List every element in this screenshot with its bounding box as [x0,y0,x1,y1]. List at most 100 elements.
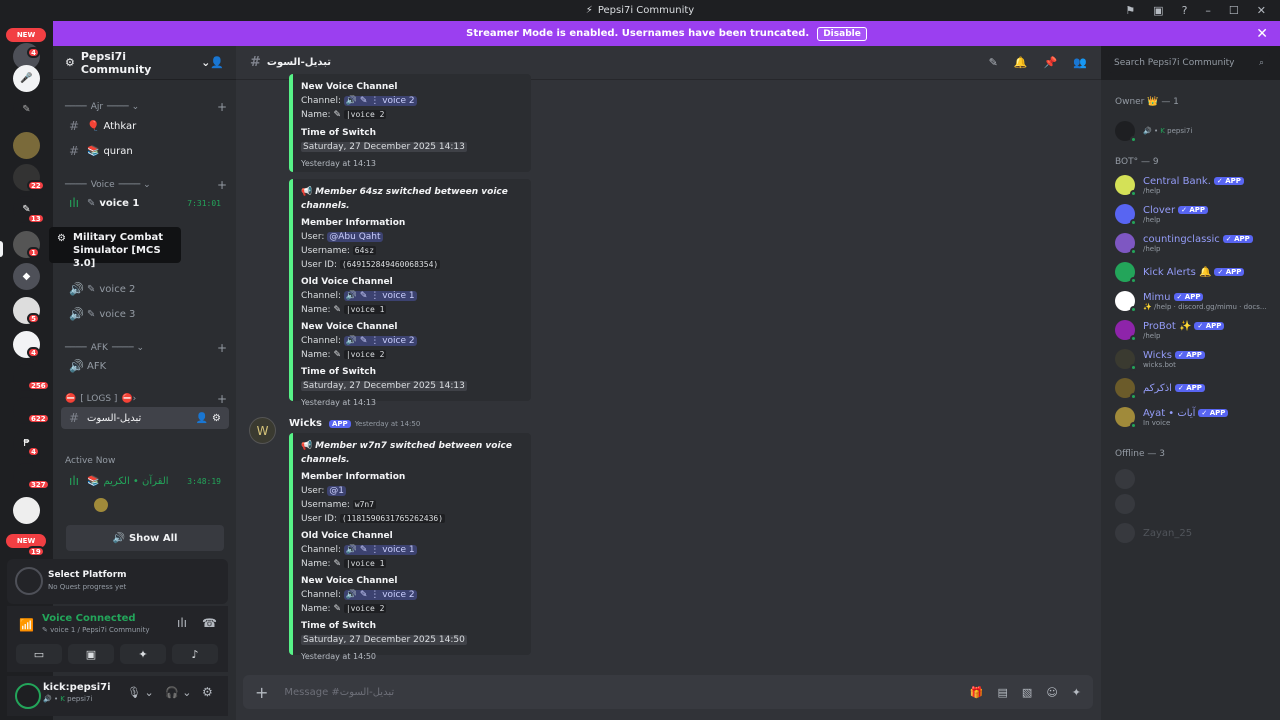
category-ajr[interactable]: ──── Ajr ──── ⌄ + [65,100,227,114]
microphone-icon[interactable]: 🎙 ⌄ [127,686,154,699]
member-bot[interactable]: Ayat • آيات ✓ APP In voice [1115,405,1275,429]
screen-share-button[interactable]: ▣ [68,644,114,664]
gif-icon[interactable]: ▤ [998,686,1008,699]
category-afk[interactable]: ──── AFK ──── ⌄ + [65,341,227,355]
channel-voice-2[interactable]: 🔊 ✎ voice 2 [61,278,229,300]
channel-mention[interactable]: 🔊 ✎ ⋮ voice 2 [343,590,417,600]
threads-icon[interactable]: ✎ [989,56,998,69]
member-bot[interactable]: Wicks ✓ APP wicks.bot [1115,347,1275,371]
voice-active-icon: ılı [69,196,80,210]
voice-status-subtitle[interactable]: ✎ voice 1 / Pepsi7i Community [42,626,150,634]
noise-suppression-icon[interactable]: ılı [177,616,187,630]
embed-timestamp: Saturday, 27 December 2025 14:13 [301,142,467,152]
screen-icon[interactable]: ▣ [1153,4,1163,17]
channel-label: quran [103,145,133,157]
gear-icon[interactable]: ⚙ [212,413,221,424]
channel-label: القرآن • الكريم [103,475,169,487]
user-mention[interactable]: @Abu Qaht [327,232,383,242]
add-channel-icon[interactable]: + [217,341,227,355]
channel-mention[interactable]: 🔊 ✎ ⋮ voice 2 [343,336,417,346]
channel-athkar[interactable]: # 🎈 Athkar [61,115,229,137]
gift-icon[interactable]: 🎁 [970,686,984,699]
quest-panel[interactable]: Select Platform No Quest progress yet [7,559,228,604]
member-bot[interactable]: Mimu ✓ APP ✨ /help · discord.gg/mimu · doc… [1115,289,1275,313]
add-member-icon[interactable]: 👤 [196,413,208,424]
active-channel[interactable]: ılı 📚 القرآن • الكريم 3:48:19 [61,470,229,492]
member-subtitle: /help [1143,215,1161,224]
server-header[interactable]: ⚙ Pepsi7i Community ⌄ 👤 [53,46,236,80]
message-input[interactable]: + Message #تبديل-السوت 🎁 ▤ ▧ ☺ ✦ [243,675,1093,709]
category-logs[interactable]: ⛔[ LOGS ] ⛔ › + [65,392,227,406]
member-avatar [1115,523,1135,543]
message-author[interactable]: Wicks [289,418,322,429]
soundboard-button[interactable]: ♪ [172,644,218,664]
disable-streamer-button[interactable]: Disable [817,26,867,41]
channel-mention[interactable]: 🔊 ✎ ⋮ voice 1 [343,545,417,555]
channel-logs-switch[interactable]: # تبديل-السوت 👤 ⚙ [61,407,229,429]
search-input[interactable]: Search Pepsi7i Community ⌕ [1108,53,1270,73]
channel-afk[interactable]: 🔊 AFK [61,355,229,377]
sticker-icon[interactable]: ▧ [1022,686,1032,699]
bell-icon[interactable]: 🔔 [1014,56,1028,69]
channel-mention[interactable]: 🔊 ✎ ⋮ voice 1 [343,291,417,301]
server-badge: 1 [27,247,40,258]
close-window-button[interactable]: ✕ [1257,4,1266,17]
pin-icon[interactable]: 📌 [1044,56,1058,69]
category-voice[interactable]: ──── Voice ──── ⌄ + [65,178,227,192]
member-bot[interactable]: Clover ✓ APP/help [1115,202,1275,226]
member-bot[interactable]: اذكركم ✓ APP [1115,376,1275,400]
activities-button[interactable]: ✦ [120,644,166,664]
show-all-button[interactable]: 🔊 Show All [66,525,224,551]
server-icon[interactable]: 🎤 [13,65,40,92]
channel-quran[interactable]: # 📚 quran [61,140,229,162]
server-icon[interactable]: ◆ [13,263,40,290]
server-icon[interactable] [13,497,40,524]
member-list-icon[interactable]: 👥 [1073,56,1087,69]
member-bot[interactable]: countingclassic ✓ APP/help [1115,231,1275,255]
user-settings-icon[interactable]: ⚙ [202,685,213,699]
server-icon[interactable]: ✎ [13,96,40,123]
invite-icon[interactable]: 👤 [210,56,224,69]
user-avatar[interactable] [15,683,41,709]
member-bot[interactable]: Kick Alerts 🔔 ✓ APP [1115,260,1275,284]
disconnect-icon[interactable]: ☎ [202,616,217,630]
member-offline[interactable]: Zayan_25 [1115,521,1275,545]
add-channel-icon[interactable]: + [217,392,227,406]
channel-mention[interactable]: 🔊 ✎ ⋮ voice 2 [343,96,417,106]
camera-off-button[interactable]: ▭ [16,644,62,664]
member-bot[interactable]: Central Bank. ✓ APP/help [1115,173,1275,197]
add-channel-icon[interactable]: + [217,100,227,114]
member-offline[interactable] [1115,467,1275,491]
megaphone-icon: 📢 [301,187,313,197]
member-bot[interactable]: ProBot ✨ ✓ APP/help [1115,318,1275,342]
author-avatar[interactable]: W [249,417,276,444]
close-banner-icon[interactable]: ✕ [1256,26,1268,42]
add-channel-icon[interactable]: + [217,178,227,192]
member-offline[interactable] [1115,492,1275,516]
add-attachment-icon[interactable]: + [255,683,268,702]
inbox-icon[interactable]: ⚑ [1125,4,1135,17]
server-icon[interactable] [13,132,40,159]
headphones-icon[interactable]: 🎧 ⌄ [165,686,191,699]
voice-status-title[interactable]: Voice Connected [42,613,136,624]
server-badge: 22 [27,180,45,191]
emoji-icon[interactable]: ☺ [1046,686,1057,699]
member-name: Kick Alerts 🔔 [1143,266,1212,278]
user-name[interactable]: kick:pepsi7i [43,682,111,693]
minimize-button[interactable]: – [1205,4,1211,17]
embed-code: |voice 2 [343,110,387,119]
maximize-button[interactable]: ☐ [1229,4,1239,17]
member-owner[interactable]: 🔊 • K pepsi7i [1115,119,1275,143]
app-tag: ✓ APP [1174,384,1205,392]
server-badge: 13 [27,213,45,224]
channel-voice-1[interactable]: ılı ✎ voice 1 7:31:01 [61,192,229,214]
user-mention[interactable]: @1 [327,486,346,496]
signal-icon[interactable]: 📶 [19,618,34,632]
quest-progress-ring [15,567,43,595]
channel-voice-3[interactable]: 🔊 ✎ voice 3 [61,303,229,325]
apps-icon[interactable]: ✦ [1072,686,1081,699]
log-embed: New Voice Channel Channel: 🔊 ✎ ⋮ voice 2… [289,74,531,172]
active-user-avatar[interactable] [94,498,108,512]
app-tag: ✓ APP [1222,235,1253,243]
help-icon[interactable]: ? [1182,4,1188,17]
